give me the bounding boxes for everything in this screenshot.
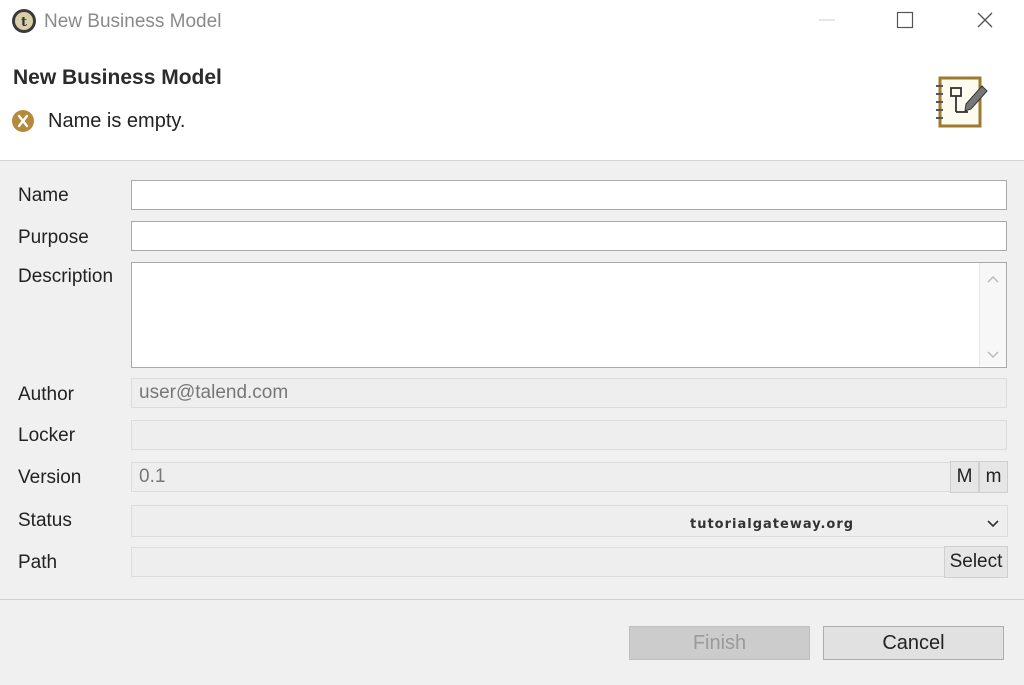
talend-app-icon: t [11,8,37,34]
locker-label: Locker [18,425,76,446]
name-field[interactable] [131,180,1007,210]
cancel-button[interactable]: Cancel [823,626,1004,660]
maximize-button[interactable] [866,0,944,44]
finish-button[interactable]: Finish [629,626,810,660]
banner-title: New Business Model [13,66,222,89]
description-scrollbar[interactable] [979,263,1006,366]
description-label: Description [18,266,114,287]
minimize-icon [817,10,837,35]
close-button[interactable] [946,0,1024,44]
locker-field [131,420,1007,450]
title-bar: t New Business Model [0,0,1024,44]
path-label: Path [18,552,58,573]
wizard-banner: New Business Model Name is empty. [0,44,1024,161]
description-textarea[interactable] [131,262,1007,368]
status-select[interactable] [131,505,1008,537]
path-select-button[interactable]: Select [944,546,1008,578]
scroll-up-icon[interactable] [987,271,999,289]
author-label: Author [18,384,74,405]
scroll-down-icon[interactable] [987,347,999,365]
author-field [131,378,1007,408]
error-message: Name is empty. [48,110,186,132]
svg-text:t: t [21,15,27,30]
close-icon [975,10,995,35]
version-major-button[interactable]: M [950,461,979,493]
version-field [131,462,951,492]
error-icon [11,109,35,133]
watermark-text: tutorialgateway.org [690,517,855,532]
status-label: Status [18,510,72,531]
footer-separator [0,599,1024,600]
version-minor-button[interactable]: m [979,461,1008,493]
minimize-button[interactable] [788,0,866,44]
window-title: New Business Model [44,11,222,32]
purpose-label: Purpose [18,227,89,248]
chevron-down-icon [987,516,999,534]
notebook-pencil-icon [932,74,990,130]
maximize-icon [895,10,915,35]
name-label: Name [18,185,69,206]
path-field [131,547,945,577]
version-label: Version [18,467,82,488]
purpose-field[interactable] [131,221,1007,251]
